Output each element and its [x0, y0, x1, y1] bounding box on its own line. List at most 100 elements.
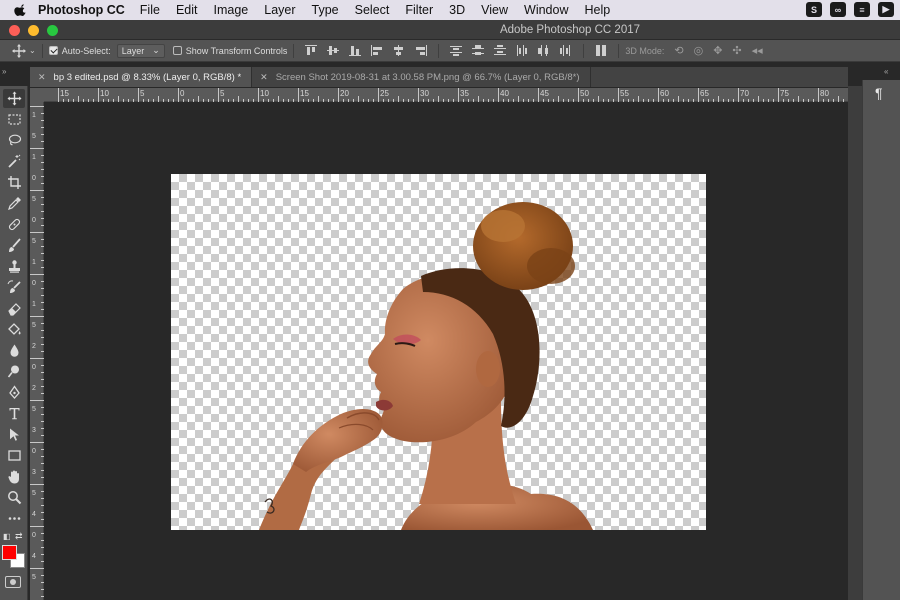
- 3d-orbit-icon[interactable]: ⟲: [674, 44, 683, 57]
- auto-select-target-select[interactable]: Layer ⌄: [116, 43, 165, 58]
- menu-filter[interactable]: Filter: [405, 3, 433, 17]
- eraser-tool-icon: [7, 303, 21, 316]
- show-transform-checkbox[interactable]: [172, 46, 182, 55]
- menu-help[interactable]: Help: [585, 3, 611, 17]
- move-tool-preset-icon[interactable]: [12, 43, 26, 58]
- ruler-tick: [30, 526, 44, 527]
- ruler-label: 0: [32, 448, 36, 455]
- document-tab[interactable]: ✕ Screen Shot 2019-08-31 at 3.00.58 PM.p…: [252, 67, 591, 87]
- ruler-tick: [30, 484, 44, 485]
- distribute-right-icon[interactable]: [560, 45, 572, 56]
- document-canvas[interactable]: [171, 174, 706, 530]
- distribute-top-icon[interactable]: [450, 45, 463, 56]
- align-right-icon[interactable]: [415, 45, 428, 56]
- menu-app-name[interactable]: Photoshop CC: [38, 3, 125, 17]
- show-transform-label: Show Transform Controls: [185, 45, 288, 56]
- horizontal-ruler[interactable]: 15 10 5 0 5 10 15 20 25 30 35 40 45 50 55 60 65 70 75 80: [44, 88, 848, 102]
- ruler-label: 0: [180, 89, 185, 98]
- collapse-toolbar-icon[interactable]: »: [2, 67, 6, 76]
- history-brush-tool-button[interactable]: [3, 278, 25, 297]
- blur-tool-button[interactable]: [3, 341, 25, 360]
- zoom-tool-button[interactable]: [3, 488, 25, 507]
- eraser-tool-button[interactable]: [3, 299, 25, 318]
- lasso-tool-button[interactable]: [3, 131, 25, 150]
- path-selection-tool-button[interactable]: [3, 425, 25, 444]
- ruler-label: 1: [32, 112, 36, 119]
- menu-type[interactable]: Type: [312, 3, 339, 17]
- brush-tool-button[interactable]: [3, 236, 25, 255]
- foreground-color-swatch[interactable]: [2, 545, 17, 560]
- ruler-label: 0: [32, 280, 36, 287]
- eyedropper-tool-button[interactable]: [3, 194, 25, 213]
- vertical-ruler[interactable]: 15105051015202530354045: [30, 102, 44, 600]
- clone-stamp-tool-button[interactable]: [3, 257, 25, 276]
- distribute-horizontal-center-icon[interactable]: [538, 45, 550, 56]
- menu-view[interactable]: View: [481, 3, 508, 17]
- crop-tool-button[interactable]: [3, 173, 25, 192]
- document-tab-active[interactable]: ✕ bp 3 edited.psd @ 8.33% (Layer 0, RGB/…: [30, 67, 253, 87]
- collapse-panels-icon[interactable]: «: [884, 67, 888, 76]
- menu-3d[interactable]: 3D: [449, 3, 465, 17]
- 3d-scale-icon[interactable]: ◂◂: [752, 44, 763, 57]
- ruler-origin[interactable]: [30, 88, 44, 102]
- align-left-icon[interactable]: [371, 45, 383, 56]
- auto-select-checkbox[interactable]: [48, 46, 58, 55]
- wallet-icon[interactable]: ≡: [854, 2, 870, 17]
- menu-image[interactable]: Image: [214, 3, 249, 17]
- quick-selection-tool-icon: [7, 154, 20, 168]
- close-tab-icon[interactable]: ✕: [260, 72, 268, 83]
- ruler-label: 1: [32, 154, 36, 161]
- skype-icon[interactable]: S: [806, 2, 822, 17]
- distribute-vertical-center-icon[interactable]: [472, 45, 485, 56]
- healing-brush-tool-button[interactable]: [3, 215, 25, 234]
- 3d-drag-icon[interactable]: ✥: [713, 44, 722, 57]
- ruler-tick: [218, 88, 219, 102]
- auto-align-layers-icon[interactable]: [595, 45, 607, 56]
- portrait-photo-layer: [259, 202, 593, 530]
- align-bottom-icon[interactable]: [349, 45, 362, 56]
- quick-selection-tool-button[interactable]: [3, 152, 25, 171]
- align-horizontal-center-icon[interactable]: [393, 45, 405, 56]
- ruler-label: 1: [32, 301, 36, 308]
- ruler-tick: [98, 88, 99, 102]
- rectangle-tool-button[interactable]: [3, 446, 25, 465]
- dodge-tool-button[interactable]: [3, 362, 25, 381]
- align-top-icon[interactable]: [305, 45, 318, 56]
- menu-layer[interactable]: Layer: [264, 3, 295, 17]
- move-tool-button[interactable]: [3, 89, 25, 108]
- 3d-roll-icon[interactable]: ◎: [694, 44, 704, 57]
- paragraph-icon[interactable]: ¶: [875, 85, 883, 101]
- swap-colors-icon[interactable]: ⇄: [15, 531, 23, 542]
- move-tool-icon: [7, 91, 21, 106]
- more-tools-button[interactable]: [3, 509, 25, 528]
- creative-cloud-icon[interactable]: ∞: [830, 2, 846, 17]
- paint-bucket-tool-button[interactable]: [3, 320, 25, 339]
- align-vertical-center-icon[interactable]: [327, 45, 340, 56]
- menu-edit[interactable]: Edit: [176, 3, 198, 17]
- ruler-label: 50: [580, 89, 589, 98]
- options-divider: [293, 43, 295, 58]
- marquee-tool-button[interactable]: [3, 110, 25, 129]
- marquee-tool-icon: [7, 114, 21, 125]
- document-tab-bar: ✕ bp 3 edited.psd @ 8.33% (Layer 0, RGB/…: [30, 67, 848, 87]
- path-selection-tool-icon: [9, 428, 19, 441]
- close-tab-icon[interactable]: ✕: [38, 72, 46, 83]
- type-tool-button[interactable]: [3, 404, 25, 423]
- 3d-slide-icon[interactable]: ✣: [732, 44, 741, 57]
- ruler-label: 10: [260, 89, 269, 98]
- pen-tool-button[interactable]: [3, 383, 25, 402]
- hand-tool-button[interactable]: [3, 467, 25, 486]
- window-title-bar: Adobe Photoshop CC 2017: [0, 20, 900, 40]
- default-colors-icon[interactable]: ◧: [3, 532, 11, 541]
- ruler-tick: [30, 232, 44, 233]
- distribute-left-icon[interactable]: [516, 45, 528, 56]
- apple-icon[interactable]: [14, 3, 28, 17]
- distribute-bottom-icon[interactable]: [494, 45, 507, 56]
- menu-select[interactable]: Select: [355, 3, 390, 17]
- menu-window[interactable]: Window: [524, 3, 568, 17]
- flag-icon[interactable]: ▶: [878, 2, 894, 17]
- quick-mask-icon[interactable]: [5, 576, 21, 588]
- tools-panel: ◧ ⇄: [0, 86, 28, 600]
- preset-dropdown-icon[interactable]: ⌄: [29, 46, 36, 55]
- menu-file[interactable]: File: [140, 3, 160, 17]
